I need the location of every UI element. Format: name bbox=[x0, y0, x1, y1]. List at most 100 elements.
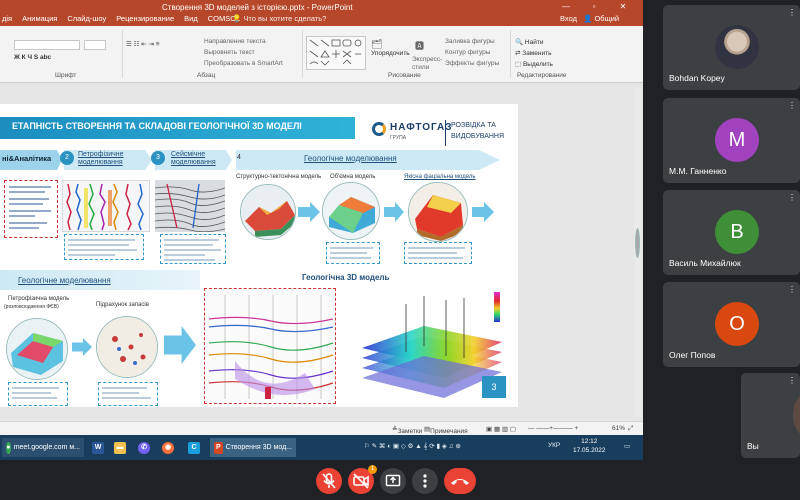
seismic-note-lines bbox=[164, 239, 221, 261]
leave-call-button[interactable] bbox=[444, 468, 476, 494]
comments-toggle[interactable]: ▤ Примечания bbox=[424, 425, 468, 435]
tray-icons[interactable]: ⚐ ✎ ⌘ ◐ ▣ ◇ ⚙ ▲ 𝄞 ⟳ ▮ ◈ ♫ ⊕ bbox=[364, 442, 461, 451]
participant-tile[interactable]: ⋮ В Василь Михайлюк bbox=[663, 190, 800, 275]
clock-time: 12:12 bbox=[581, 438, 598, 445]
meeting-controls: 1 bbox=[0, 460, 800, 500]
logo-sub: ГРУПА bbox=[390, 135, 407, 141]
paragraph-group-label: Абзац bbox=[197, 72, 216, 79]
participant-tile[interactable]: ⋮ О Олег Попов bbox=[663, 282, 800, 367]
participant-tile[interactable]: ⋮ М М.М. Ганненко bbox=[663, 98, 800, 183]
taskbar-item-powerpoint[interactable]: P Створення 3D мод... bbox=[210, 438, 296, 457]
facies-note bbox=[404, 242, 472, 264]
text-direction-button[interactable]: Направление текста bbox=[204, 38, 266, 45]
minimize-icon[interactable]: — bbox=[555, 1, 577, 12]
align-text-button[interactable]: Выровнять текст bbox=[204, 49, 255, 56]
taskbar-item-app-c[interactable]: C bbox=[184, 438, 204, 457]
petro-note bbox=[8, 382, 68, 406]
vertical-scrollbar[interactable] bbox=[634, 88, 641, 418]
tab-slideshow[interactable]: Слайд-шоу bbox=[67, 14, 106, 26]
find-button[interactable]: 🔍 Найти bbox=[515, 38, 543, 46]
submodel-label-facies: Якісна фаціальна модель bbox=[404, 174, 476, 180]
view-buttons[interactable]: ▣ ▦ ▥ ▢ bbox=[486, 425, 516, 433]
zoom-slider[interactable]: — ——+——— + bbox=[528, 425, 578, 432]
more-options-icon[interactable]: ⋮ bbox=[788, 101, 796, 110]
taskbar-item-word[interactable]: W bbox=[88, 438, 108, 457]
avatar-photo bbox=[715, 25, 759, 69]
replace-button[interactable]: ⇄ Заменить bbox=[515, 49, 551, 57]
viber-icon: ✆ bbox=[138, 441, 150, 454]
self-view-tile[interactable]: ⋮ Вы bbox=[741, 373, 800, 458]
facies-model-image bbox=[408, 182, 468, 242]
shape-outline-button[interactable]: Контур фигуры bbox=[445, 49, 490, 56]
shape-fill-button[interactable]: Заливка фигуры bbox=[445, 38, 495, 45]
correlation-section-image bbox=[204, 288, 336, 404]
smartart-button[interactable]: Преобразовать в SmartArt bbox=[204, 60, 283, 67]
slide-canvas[interactable]: ЕТАПНІСТЬ СТВОРЕННЯ ТА СКЛАДОВІ ГЕОЛОГІЧ… bbox=[0, 104, 518, 407]
stage-number: 2 bbox=[60, 151, 74, 165]
petro-model-image bbox=[6, 318, 68, 380]
logo-brand: НАФТОГАЗ bbox=[390, 122, 453, 133]
present-button[interactable] bbox=[380, 468, 406, 494]
zoom-level: 61% bbox=[612, 425, 626, 432]
more-options-icon[interactable]: ⋮ bbox=[788, 376, 796, 385]
tab-review[interactable]: Рецензирование bbox=[116, 14, 174, 26]
more-options-icon[interactable]: ⋮ bbox=[788, 8, 796, 17]
flow-arrow bbox=[472, 202, 494, 222]
naftogaz-logo: НАФТОГАЗ ГРУПА РОЗВІДКА ТА ВИДОБУВАННЯ bbox=[372, 118, 512, 148]
shape-effects-button[interactable]: Эффекты фигуры bbox=[445, 60, 499, 67]
stage-number: 4 bbox=[237, 154, 241, 161]
band-label: Геологічне моделювання bbox=[18, 276, 111, 285]
shapes-gallery-icons bbox=[309, 39, 362, 66]
taskbar-item-chrome[interactable]: ● meet.google.com м... bbox=[2, 438, 84, 457]
more-options-icon[interactable]: ⋮ bbox=[788, 193, 796, 202]
notes-toggle[interactable]: ≜ Заметки bbox=[392, 425, 422, 435]
logo-tagline-line: ВИДОБУВАННЯ bbox=[451, 133, 505, 140]
scrollbar-thumb[interactable] bbox=[635, 228, 640, 258]
taskbar-clock[interactable]: 12:12 17.05.2022 bbox=[573, 437, 606, 455]
tell-me-search[interactable]: 💡 Что вы хотите сделать? bbox=[232, 14, 326, 23]
notifications-icon[interactable]: ▭ bbox=[624, 442, 630, 450]
editing-group-label: Редактирование bbox=[517, 72, 567, 79]
list-buttons[interactable]: ☰ ☷ ⇤ ⇥ ≡ bbox=[126, 40, 160, 48]
font-name-box[interactable] bbox=[14, 40, 80, 50]
mic-toggle-button[interactable] bbox=[316, 468, 342, 494]
taskbar-item-viber[interactable]: ✆ bbox=[134, 438, 154, 457]
powerpoint-statusbar: ≜ Заметки ▤ Примечания ▣ ▦ ▥ ▢ — ——+——— … bbox=[0, 421, 643, 435]
close-icon[interactable]: ✕ bbox=[612, 1, 634, 12]
submodel-label-structural: Структурно-тектонічна модель bbox=[236, 174, 322, 180]
tab-home[interactable]: дія bbox=[2, 14, 12, 26]
slide-title: ЕТАПНІСТЬ СТВОРЕННЯ ТА СКЛАДОВІ ГЕОЛОГІЧ… bbox=[12, 121, 302, 131]
powerpoint-icon: P bbox=[214, 441, 223, 454]
select-button[interactable]: ⬚ Выделить bbox=[515, 60, 553, 68]
shapes-gallery[interactable] bbox=[306, 36, 366, 70]
language-indicator[interactable]: УКР bbox=[548, 442, 560, 449]
tab-animation[interactable]: Анимация bbox=[22, 14, 57, 26]
slide-page-number: 3 bbox=[482, 376, 506, 398]
mic-off-icon bbox=[322, 473, 336, 489]
participant-tile[interactable]: ⋮ Bohdan Kopey bbox=[663, 5, 800, 90]
font-format-buttons[interactable]: Ж К Ч S abc bbox=[14, 54, 51, 61]
clock-date: 17.05.2022 bbox=[573, 447, 606, 454]
quick-styles-button[interactable]: Экспресс-стили bbox=[412, 56, 442, 72]
submodel-label-volume: Об'ємна модель bbox=[330, 174, 376, 180]
stage-number: 3 bbox=[151, 151, 165, 165]
petrophysics-note-lines bbox=[68, 239, 137, 256]
stage-label: Сейсмічне моделювання bbox=[171, 151, 216, 166]
more-options-button[interactable] bbox=[412, 468, 438, 494]
explorer-icon: ▬ bbox=[114, 441, 126, 454]
fit-slide-icon[interactable]: ⤢ bbox=[628, 425, 633, 433]
more-options-icon[interactable]: ⋮ bbox=[788, 285, 796, 294]
arrange-button[interactable]: Упорядочить bbox=[371, 50, 410, 57]
avatar: О bbox=[715, 302, 759, 346]
flow-arrow bbox=[384, 202, 404, 222]
petro-note-lines bbox=[12, 387, 59, 399]
participant-name: Олег Попов bbox=[669, 350, 716, 360]
word-icon: W bbox=[92, 441, 104, 454]
taskbar-item-explorer[interactable]: ▬ bbox=[110, 438, 130, 457]
logo-tagline: РОЗВІДКА ТА ВИДОБУВАННЯ bbox=[451, 120, 504, 142]
font-size-box[interactable] bbox=[84, 40, 106, 50]
taskbar-item-firefox[interactable]: ◉ bbox=[158, 438, 178, 457]
sign-in-link[interactable]: Вход bbox=[560, 14, 577, 23]
tab-view[interactable]: Вид bbox=[184, 14, 198, 26]
maximize-icon[interactable]: ▫ bbox=[583, 1, 605, 12]
